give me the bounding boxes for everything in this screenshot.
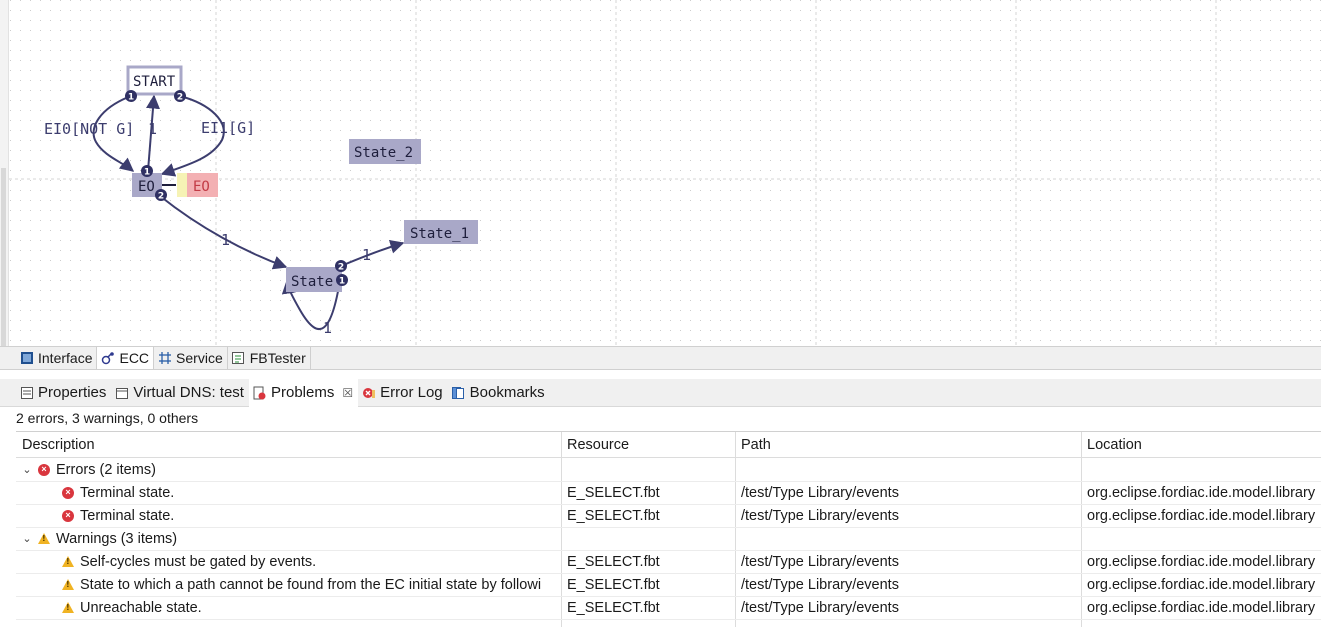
table-row[interactable]: Unreachable state. E_SELECT.fbt /test/Ty… — [16, 596, 1321, 619]
column-header-location[interactable]: Location — [1087, 433, 1321, 456]
state-state-label: State — [291, 274, 333, 290]
properties-icon — [19, 385, 34, 400]
tab-problems[interactable]: Problems ☒ — [248, 378, 359, 407]
tab-fbtester[interactable]: FBTester — [228, 347, 311, 369]
action-output-label: EO — [193, 179, 210, 195]
problem-description: Self-cycles must be gated by events. — [80, 553, 317, 570]
state-start-label: START — [133, 74, 176, 90]
priority-badge-label: 2 — [338, 263, 344, 273]
tab-bookmarks[interactable]: Bookmarks — [448, 379, 550, 407]
problem-path: /test/Type Library/events — [741, 553, 899, 570]
table-row[interactable]: State to which a path cannot be found fr… — [16, 573, 1321, 596]
warning-icon — [38, 533, 50, 544]
view-tab-bar: Properties Virtual DNS: test Problems ☒ … — [0, 378, 1321, 407]
problems-icon — [252, 385, 267, 400]
problem-description: Unreachable state. — [80, 599, 202, 616]
state-state2[interactable]: State_2 — [349, 139, 421, 164]
problem-description: State to which a path cannot be found fr… — [80, 576, 542, 593]
close-tab-icon[interactable]: ☒ — [342, 386, 353, 400]
virtual-dns-icon — [114, 385, 129, 400]
problem-location: org.eclipse.fordiac.ide.model.library — [1087, 484, 1316, 501]
column-header-description[interactable]: Description — [16, 433, 567, 456]
problem-resource: E_SELECT.fbt — [567, 599, 660, 616]
error-icon: × — [62, 486, 74, 499]
table-row[interactable]: Self-cycles must be gated by events. E_S… — [16, 550, 1321, 573]
problem-path: /test/Type Library/events — [741, 507, 899, 524]
error-icon: × — [38, 463, 50, 476]
problem-resource: E_SELECT.fbt — [567, 484, 660, 501]
tab-error-log[interactable]: Error Log — [358, 379, 448, 407]
warning-icon — [62, 579, 74, 590]
tab-ecc[interactable]: ECC — [97, 347, 155, 369]
transition-label-state-state1: 1 — [362, 246, 371, 264]
group-row-warnings[interactable]: ⌄ Warnings (3 items) — [16, 527, 1321, 550]
ecc-icon — [100, 351, 115, 366]
interface-icon — [19, 351, 34, 366]
column-header-resource[interactable]: Resource — [567, 433, 735, 456]
state-state1[interactable]: State_1 — [404, 220, 478, 244]
column-header-path[interactable]: Path — [741, 433, 1081, 456]
state-start[interactable]: START — [126, 65, 183, 96]
tab-interface-label: Interface — [38, 350, 93, 366]
priority-badge-label: 1 — [144, 168, 150, 178]
problem-resource: E_SELECT.fbt — [567, 507, 660, 524]
tab-fbtester-label: FBTester — [249, 350, 306, 366]
table-header: Description Resource Path Location — [16, 433, 1321, 456]
transition-label-ei1: EI1[G] — [201, 119, 255, 137]
group-label: Errors (2 items) — [56, 461, 156, 478]
chevron-down-icon[interactable]: ⌄ — [20, 463, 34, 476]
problem-location: org.eclipse.fordiac.ide.model.library — [1087, 599, 1316, 616]
problem-path: /test/Type Library/events — [741, 484, 899, 501]
bookmarks-icon — [451, 385, 466, 400]
tab-interface[interactable]: Interface — [16, 347, 98, 369]
problem-resource: E_SELECT.fbt — [567, 576, 660, 593]
problem-path: /test/Type Library/events — [741, 599, 899, 616]
state-state[interactable]: State — [286, 267, 342, 292]
transition-label-ei0: EI0[NOT G] — [44, 120, 134, 138]
ecc-diagram-canvas[interactable]: EI0[NOT G] 1 EI1[G] 1 1 1 START EO EO St… — [0, 0, 1321, 346]
editor-tab-bar: Interface ECC Service FBTester — [0, 346, 1321, 370]
priority-badge-label: 2 — [158, 192, 164, 202]
error-log-icon — [361, 385, 376, 400]
priority-badge-label: 1 — [339, 277, 345, 287]
tab-virtual-dns-label: Virtual DNS: test — [133, 384, 244, 401]
transition-label-eo-state: 1 — [221, 231, 230, 249]
problem-description: Terminal state. — [80, 484, 175, 501]
transition-label-eo-start: 1 — [148, 120, 157, 138]
table-row[interactable]: × Terminal state. E_SELECT.fbt /test/Type… — [16, 504, 1321, 527]
priority-badge-label: 2 — [177, 93, 183, 103]
table-row[interactable]: × Terminal state. E_SELECT.fbt /test/Type… — [16, 481, 1321, 504]
tab-service-label: Service — [176, 350, 223, 366]
problems-table: Description Resource Path Location ⌄ × E… — [16, 431, 1321, 627]
priority-badge-label: 1 — [128, 93, 134, 103]
group-label: Warnings (3 items) — [56, 530, 178, 547]
problem-path: /test/Type Library/events — [741, 576, 899, 593]
problem-location: org.eclipse.fordiac.ide.model.library — [1087, 553, 1316, 570]
problems-summary: 2 errors, 3 warnings, 0 others — [16, 410, 199, 426]
service-icon — [157, 351, 172, 366]
transition-label-self: 1 — [323, 319, 332, 337]
fbtester-icon — [231, 351, 246, 366]
tab-properties[interactable]: Properties — [16, 379, 111, 407]
problem-location: org.eclipse.fordiac.ide.model.library — [1087, 576, 1316, 593]
tab-bookmarks-label: Bookmarks — [469, 384, 545, 401]
problem-description: Terminal state. — [80, 507, 175, 524]
problem-resource: E_SELECT.fbt — [567, 553, 660, 570]
state-state1-label: State_1 — [410, 226, 469, 242]
tab-service[interactable]: Service — [154, 347, 228, 369]
problem-location: org.eclipse.fordiac.ide.model.library — [1087, 507, 1316, 524]
state-eo-label: EO — [138, 179, 155, 195]
error-icon: × — [62, 509, 74, 522]
group-row-errors[interactable]: ⌄ × Errors (2 items) — [16, 458, 1321, 481]
warning-icon — [62, 556, 74, 567]
chevron-down-icon[interactable]: ⌄ — [20, 532, 34, 545]
ecc-diagram: EI0[NOT G] 1 EI1[G] 1 1 1 START EO EO St… — [9, 0, 1321, 346]
tab-ecc-label: ECC — [119, 350, 150, 366]
warning-icon — [62, 602, 74, 613]
tab-error-log-label: Error Log — [380, 384, 443, 401]
tab-virtual-dns[interactable]: Virtual DNS: test — [111, 379, 249, 407]
tab-properties-label: Properties — [38, 384, 107, 401]
state-state2-label: State_2 — [354, 145, 413, 161]
tab-problems-label: Problems — [270, 384, 335, 401]
